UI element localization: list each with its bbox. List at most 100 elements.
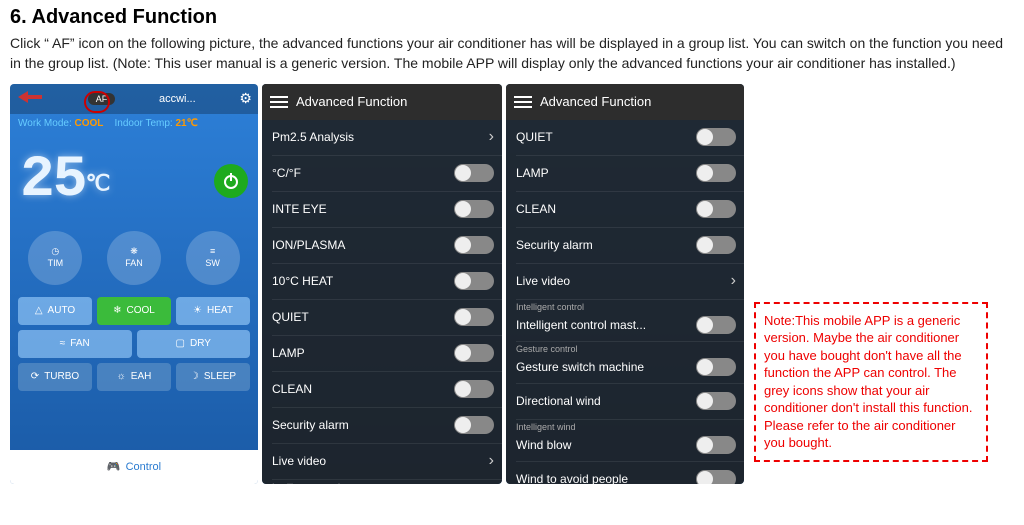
fan-mode-label: FAN [70, 338, 89, 349]
timer-button[interactable]: ◷TIM [28, 231, 82, 285]
af-item[interactable]: CLEAN [272, 372, 502, 408]
gamepad-icon: 🎮 [107, 460, 121, 473]
toggle-switch[interactable] [454, 164, 494, 182]
af-item[interactable]: Intelligent controlIntelligent control m… [516, 300, 744, 342]
af-item-label: Gesture switch machine [516, 360, 644, 374]
sw-label: SW [205, 258, 220, 268]
af-item[interactable]: Intelligent controlIntelligent control m… [272, 480, 502, 484]
af-item-label: °C/°F [272, 166, 301, 180]
af-item-sublabel: Intelligent control [516, 302, 584, 312]
af-item-sublabel: Gesture control [516, 344, 578, 354]
af-item[interactable]: LAMP [516, 156, 744, 192]
moon-icon: ☽ [190, 371, 199, 382]
af-item[interactable]: ION/PLASMA [272, 228, 502, 264]
mode-cool[interactable]: ❄COOL [97, 297, 171, 325]
toggle-switch[interactable] [696, 128, 736, 146]
af-item-label: ION/PLASMA [272, 238, 345, 252]
af-item-sublabel: Intelligent control [272, 482, 340, 484]
swing-button[interactable]: ≡ SW [186, 231, 240, 285]
mode-eah[interactable]: ☼EAH [97, 363, 171, 391]
af-item-label: LAMP [272, 346, 305, 360]
screenshot-af-list-2: Advanced Function QUIET LAMP CLEAN Security… [506, 84, 744, 484]
menu-icon[interactable] [514, 96, 532, 108]
af-item[interactable]: Directional wind [516, 384, 744, 420]
toggle-switch[interactable] [454, 344, 494, 362]
mode-sleep[interactable]: ☽ SLEEP [176, 363, 250, 391]
mode-dry[interactable]: ▢ DRY [137, 330, 251, 358]
toggle-switch[interactable] [696, 236, 736, 254]
af-item[interactable]: Security alarm [516, 228, 744, 264]
eah-label: EAH [131, 371, 152, 382]
turbo-icon: ⟳ [31, 371, 39, 382]
af-item[interactable]: CLEAN [516, 192, 744, 228]
sleep-label: SLEEP [204, 371, 236, 382]
toggle-switch[interactable] [454, 272, 494, 290]
toggle-switch[interactable] [454, 308, 494, 326]
af-item-label: 10°C HEAT [272, 274, 333, 288]
dry-label: DRY [190, 338, 211, 349]
gear-icon[interactable]: ⚙ [239, 90, 252, 107]
mode-auto[interactable]: △AUTO [18, 297, 92, 325]
screenshot-main-control: AF accwi... ⚙ Work Mode: COOL Indoor Tem… [10, 84, 258, 484]
af-item[interactable]: Wind to avoid people [516, 462, 744, 484]
device-name[interactable]: accwi... [159, 93, 196, 105]
toggle-switch[interactable] [696, 358, 736, 376]
mode-fan[interactable]: ≈ FAN [18, 330, 132, 358]
overlay-list: Pm2.5 Analysis› °C/°F INTE EYE ION/PLASMA 10… [262, 120, 502, 484]
af-item-label: CLEAN [272, 382, 312, 396]
section-title: 6. Advanced Function [10, 6, 1014, 29]
af-label: AF [96, 94, 108, 104]
af-item-label: Live video [516, 274, 570, 288]
af-item-label: QUIET [516, 130, 553, 144]
quick-controls: ◷TIM ❋FAN ≡ SW [10, 223, 258, 291]
mode-heat[interactable]: ☀HEAT [176, 297, 250, 325]
status-mode-value: COOL [75, 118, 104, 129]
power-button[interactable] [214, 164, 248, 198]
back-icon[interactable] [16, 89, 44, 108]
bottom-tab-control[interactable]: 🎮 Control [10, 450, 258, 484]
swing-icon: ≡ [210, 247, 215, 256]
toggle-switch[interactable] [454, 380, 494, 398]
overlay-header: Advanced Function [506, 84, 744, 120]
fan-button[interactable]: ❋FAN [107, 231, 161, 285]
toggle-switch[interactable] [696, 470, 736, 484]
toggle-switch[interactable] [454, 200, 494, 218]
af-item[interactable]: 10°C HEAT [272, 264, 502, 300]
menu-icon[interactable] [270, 96, 288, 108]
af-item[interactable]: Live video› [516, 264, 744, 300]
af-item-label: CLEAN [516, 202, 556, 216]
auto-label: AUTO [48, 305, 76, 316]
toggle-switch[interactable] [454, 416, 494, 434]
af-item[interactable]: Security alarm [272, 408, 502, 444]
af-item[interactable]: °C/°F [272, 156, 502, 192]
af-item[interactable]: Live video› [272, 444, 502, 480]
cool-label: COOL [127, 305, 155, 316]
af-item[interactable]: INTE EYE [272, 192, 502, 228]
status-temp-value: 21℃ [176, 118, 198, 129]
af-button[interactable]: AF [88, 93, 116, 105]
toggle-switch[interactable] [696, 200, 736, 218]
generic-version-note: Note:This mobile APP is a generic versio… [754, 302, 988, 462]
status-line: Work Mode: COOL Indoor Temp: 21℃ [10, 114, 258, 133]
af-item[interactable]: LAMP [272, 336, 502, 372]
mode-turbo[interactable]: ⟳ TURBO [18, 363, 92, 391]
af-item[interactable]: Pm2.5 Analysis› [272, 120, 502, 156]
doc-header: 6. Advanced Function Click “ AF” icon on… [0, 0, 1024, 78]
toggle-switch[interactable] [696, 392, 736, 410]
clock-icon: ◷ [51, 247, 59, 256]
toggle-switch[interactable] [696, 316, 736, 334]
toggle-switch[interactable] [696, 164, 736, 182]
screenshots-row: AF accwi... ⚙ Work Mode: COOL Indoor Tem… [0, 78, 1024, 484]
af-item-label: INTE EYE [272, 202, 327, 216]
af-item[interactable]: Intelligent windWind blow [516, 420, 744, 462]
drop-icon: ▢ [176, 338, 185, 349]
toggle-switch[interactable] [696, 436, 736, 454]
af-item[interactable]: Gesture control Gesture switch machine [516, 342, 744, 384]
toggle-switch[interactable] [454, 236, 494, 254]
mode-buttons: △AUTO ❄COOL ☀HEAT ≈FAN ▢DRY ⟳TURBO ☼EAH … [10, 291, 258, 397]
temperature-display: 25℃ [10, 133, 258, 223]
turbo-label: TURBO [44, 371, 79, 382]
wind-icon: ≈ [60, 338, 66, 349]
af-item[interactable]: QUIET [516, 120, 744, 156]
af-item[interactable]: QUIET [272, 300, 502, 336]
